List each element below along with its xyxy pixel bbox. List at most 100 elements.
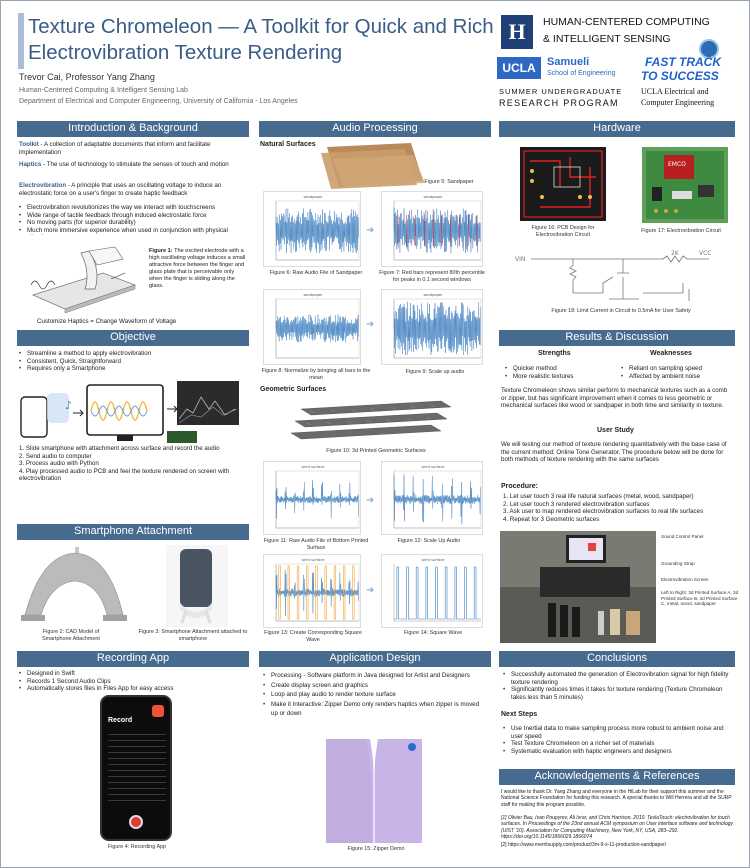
conclusions-bullets: Successfully automated the generation of… <box>503 671 733 701</box>
list-item: 4. Play processed audio to PCB and feel … <box>19 467 230 483</box>
list-item: Affected by ambient noise <box>621 373 733 381</box>
affiliation-lab: Human-Centered Computing & Intelligent S… <box>19 87 188 94</box>
list-item: Records 1 Second Audio Clips <box>19 678 247 686</box>
next-steps-heading: Next Steps <box>501 711 538 718</box>
waveform-line <box>275 208 359 254</box>
intro-bullets: Electrovibration revolutionizes the way … <box>19 204 247 235</box>
geo-raw-plot: print surface <box>263 461 361 535</box>
circuit-photo: EMCO <box>642 147 728 223</box>
waveform-line <box>275 480 359 519</box>
list-item: 3. Process audio with Python <box>19 460 99 468</box>
objective-steps: 1. Slide smartphone with attachment acro… <box>19 445 247 483</box>
next-steps-list: Use Inertial data to make sampling proce… <box>503 725 733 755</box>
list-item: Electrovibration revolutionizes the way … <box>19 204 247 212</box>
square-wave-line <box>394 566 481 620</box>
user-study-heading: User Study <box>597 427 634 434</box>
list-item: Successfully automated the generation of… <box>503 671 733 686</box>
list-item: 1. Let user touch 3 real life natural su… <box>503 493 694 500</box>
list-item: Systematic evaluation with haptic engine… <box>503 748 733 756</box>
waveform-line <box>275 314 359 343</box>
figure-16-caption: Figure 16: PCB Design for Electrovibrati… <box>531 225 595 238</box>
record-button[interactable] <box>129 815 143 829</box>
list-item: Make it Interactive: Zipper Demo only re… <box>263 700 487 719</box>
scaled-plot: sandpaper <box>381 289 483 365</box>
strengths-list: Quicker method More realistic textures <box>505 365 615 380</box>
figure-15-caption: Figure 15: Zipper Demo <box>347 846 405 852</box>
figure-3-caption: Figure 3: Smartphone Attachment attached… <box>138 629 248 642</box>
list-item: Requires only a Smartphone <box>19 365 247 373</box>
plot-title: print surface <box>422 558 446 562</box>
arrow-icon: ➜ <box>366 495 375 506</box>
geometric-surfaces-heading: Geometric Surfaces <box>260 386 327 393</box>
zipper-demo-image <box>326 739 422 843</box>
waveform-line <box>393 474 481 525</box>
recording-heading: Recording App <box>17 651 249 667</box>
resistor-label: 2K <box>671 250 680 257</box>
square-wave-plot: print surface <box>381 554 483 628</box>
figure-4-caption: Figure 4: Recording App <box>107 844 167 850</box>
waveform-line <box>393 301 481 356</box>
plot-title: sandpaper <box>423 293 443 297</box>
attachment-photo <box>166 545 228 627</box>
list-item: Significantly reduces times it takes for… <box>503 686 733 701</box>
workflow-illustration: ♪ <box>20 381 239 443</box>
finger-glass-illustration <box>30 246 137 314</box>
label-grounding-strap: Grounding Strap <box>661 561 695 566</box>
appdesign-heading: Application Design <box>259 651 491 667</box>
list-item: Test Texture Chromeleon on a richer set … <box>503 740 733 748</box>
conclusions-heading: Conclusions <box>499 651 735 667</box>
reference-2: [2] https://www.merritsupply.com/product… <box>501 842 667 848</box>
list-item: Wide range of tactile feedback through i… <box>19 212 247 220</box>
list-item: 2. Send audio to computer <box>19 452 92 460</box>
weaknesses-list: Reliant on sampling speed Affected by am… <box>621 365 733 380</box>
ack-heading: Acknowledgements & References <box>499 769 735 785</box>
list-item: Create display screen and graphics <box>263 681 487 691</box>
arrow-icon: ➜ <box>366 225 375 236</box>
list-item: Consistent, Quick, Straightforward <box>19 358 247 366</box>
figure-10-caption: Figure 10: 3d Printed Geometric Surfaces <box>326 448 426 454</box>
vin-label: VIN <box>515 256 525 263</box>
list-item: 1. Slide smartphone with attachment acro… <box>19 445 220 452</box>
sandpaper-image <box>321 143 425 189</box>
square-pulse <box>324 565 327 620</box>
figure-1-caption: Figure 1: The excited electrode with a h… <box>149 248 246 289</box>
audio-heading: Audio Processing <box>259 121 491 137</box>
user-study-text: We will testing our method of texture re… <box>501 441 727 464</box>
figure-7-caption: Figure 7: Red bars represent 80th percen… <box>379 270 485 283</box>
list-item: Streamline a method to apply electrovibr… <box>19 350 247 358</box>
school-text: School of Engineering <box>547 70 616 77</box>
figure-17-caption: Figure 17: Electrovibration Circuit <box>641 228 721 234</box>
recording-bullets: Designed in Swift Records 1 Second Audio… <box>19 670 247 693</box>
results-paragraph: Texture Chromeleon shows similar perform… <box>501 387 728 410</box>
emco-label: EMCO <box>668 161 686 168</box>
raw-audio-plot: sandpaper <box>263 191 361 267</box>
list-item: More realistic textures <box>505 373 615 381</box>
figure-6-caption: Figure 6: Raw Audio File of Sandpaper <box>269 270 363 276</box>
list-item: No moving parts (for superior durability… <box>19 219 247 227</box>
square-pulse <box>278 565 281 620</box>
list-item: Designed in Swift <box>19 670 247 678</box>
figure-8-caption: Figure 8: Normalize by bringing all bars… <box>261 368 371 381</box>
hcis-text-1: HUMAN-CENTERED COMPUTING <box>543 16 710 28</box>
hcis-text-2: & INTELLIGENT SENSING <box>543 33 671 45</box>
ece-text-1: UCLA Electrical and <box>641 87 709 96</box>
user-study-setup-photo <box>500 531 656 643</box>
figure-13-caption: Figure 13: Create Corresponding Square W… <box>264 630 362 643</box>
smartphone-heading: Smartphone Attachment <box>17 524 249 540</box>
square-overlay-plot: print surface <box>263 554 361 628</box>
app-title: Record <box>108 717 133 724</box>
peaks-plot: sandpaper <box>381 191 483 267</box>
app-logo-icon <box>152 705 164 717</box>
strengths-heading: Strengths <box>538 350 571 357</box>
figure-11-caption: Figure 11: Raw Audio File of Bottom Prin… <box>263 538 369 551</box>
haptics-def: Haptics - The use of technology to stimu… <box>19 161 229 168</box>
ucla-logo: UCLA <box>497 57 541 79</box>
current-limit-schematic: VIN 2K VCC <box>515 250 711 301</box>
list-item: Use Inertial data to make sampling proce… <box>503 725 733 740</box>
list-item: Reliant on sampling speed <box>621 365 733 373</box>
svg-text:♪: ♪ <box>65 399 72 412</box>
label-surfaces: Left to Right: 3d Printed Surface A, 3d … <box>661 590 739 607</box>
samueli-text: Samueli <box>547 56 590 68</box>
procedure-heading: Procedure: <box>501 483 538 490</box>
hardware-heading: Hardware <box>499 121 735 137</box>
